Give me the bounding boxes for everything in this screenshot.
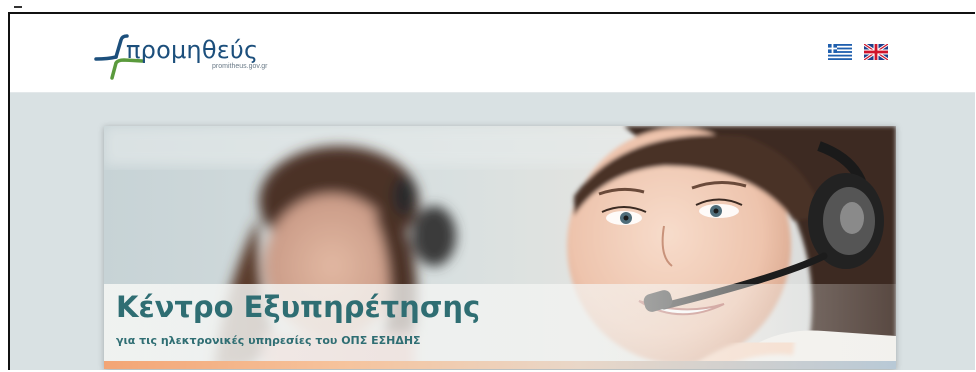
promitheus-logo[interactable]: προμηθεύς promitheus.gov.gr	[94, 32, 284, 82]
help-center-banner: Κέντρο Εξυπηρέτησης για τις ηλεκτρονικές…	[104, 126, 896, 369]
logo-domain: promitheus.gov.gr	[212, 63, 268, 70]
uk-flag-icon[interactable]	[864, 44, 888, 60]
banner-bottom-stripe	[104, 361, 896, 369]
browser-viewport: προμηθεύς promitheus.gov.gr Κέντρο Εξυπη…	[8, 12, 975, 370]
top-edge-mark	[14, 6, 22, 8]
banner-title: Κέντρο Εξυπηρέτησης	[116, 290, 481, 324]
site-header: προμηθεύς promitheus.gov.gr	[10, 14, 975, 93]
banner-caption: Κέντρο Εξυπηρέτησης για τις ηλεκτρονικές…	[104, 284, 896, 364]
screenshot-top-strip	[0, 0, 976, 10]
greek-flag-icon[interactable]	[828, 44, 852, 60]
banner-subtitle: για τις ηλεκτρονικές υπηρεσίες του ΟΠΣ Ε…	[116, 334, 421, 347]
logo-wordmark: προμηθεύς	[126, 36, 259, 64]
